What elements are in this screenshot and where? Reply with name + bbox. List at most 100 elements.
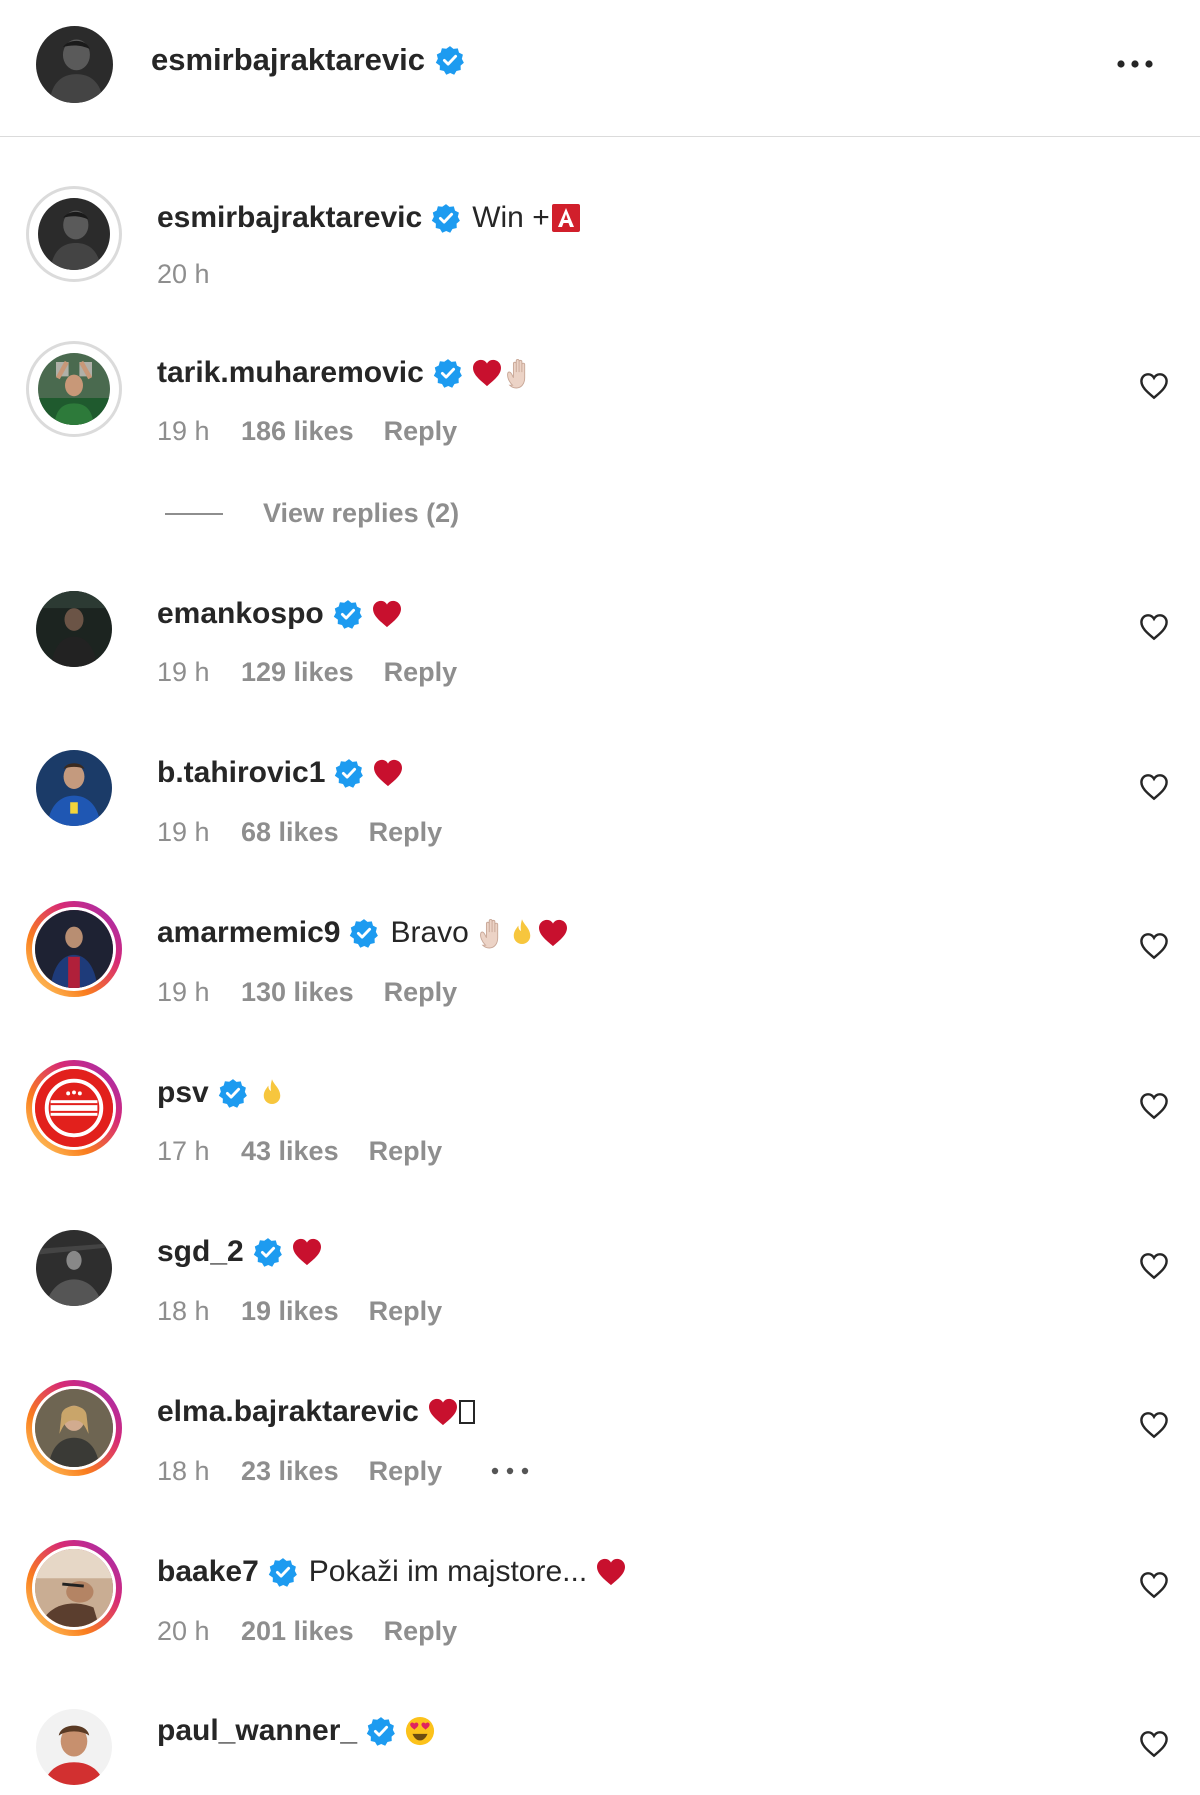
comment-username[interactable]: elma.bajraktarevic	[157, 1395, 419, 1429]
comment-meta: 19 h 186 likes Reply	[157, 413, 457, 449]
verified-badge-icon	[433, 358, 463, 388]
comment-username[interactable]: psv	[157, 1076, 209, 1110]
view-replies-label: View replies (2)	[263, 498, 460, 528]
verified-badge-icon	[366, 1716, 396, 1746]
comment-line: amarmemic9 Bravo	[157, 913, 568, 953]
red-heart-icon	[428, 1398, 458, 1426]
comment-line: sgd_2	[157, 1232, 322, 1272]
waving-hand-icon	[505, 357, 535, 389]
header-username-row: esmirbajraktarevic	[151, 42, 465, 78]
comment-text: Pokaži im majstore...	[308, 1555, 588, 1588]
comment-line: emankospo	[157, 594, 402, 634]
comment-username[interactable]: sgd_2	[157, 1235, 244, 1269]
comment-likes[interactable]: 23 likes	[241, 1456, 339, 1487]
comment-likes[interactable]: 68 likes	[241, 817, 339, 848]
comment-avatar[interactable]	[26, 581, 122, 677]
fire-icon	[261, 1078, 283, 1108]
comment-likes[interactable]: 186 likes	[241, 416, 354, 447]
caption-meta: 20 h	[157, 256, 241, 292]
psv-logo-icon	[35, 1069, 113, 1147]
red-heart-icon	[472, 359, 502, 387]
comment-time: 19 h	[157, 816, 210, 847]
comment-likes[interactable]: 43 likes	[241, 1136, 339, 1167]
reply-button[interactable]: Reply	[369, 1136, 443, 1167]
reply-button[interactable]: Reply	[369, 817, 443, 848]
comment-time: 19 h	[157, 976, 210, 1007]
post-header: esmirbajraktarevic	[0, 0, 1200, 137]
caption-time: 20 h	[157, 258, 210, 289]
comment-meta: 19 h 129 likes Reply	[157, 654, 457, 690]
comment-text: Bravo	[390, 916, 469, 949]
like-heart-icon[interactable]	[1139, 1092, 1169, 1120]
verified-badge-icon	[333, 599, 363, 629]
unknown-glyph-icon	[458, 1400, 475, 1424]
caption-username[interactable]: esmirbajraktarevic	[157, 201, 422, 235]
comment-avatar[interactable]	[26, 1699, 122, 1795]
verified-badge-icon	[334, 758, 364, 788]
comment-avatar[interactable]	[26, 1060, 122, 1156]
reply-button[interactable]: Reply	[369, 1296, 443, 1327]
like-heart-icon[interactable]	[1139, 1730, 1169, 1758]
like-heart-icon[interactable]	[1139, 932, 1169, 960]
comment-username[interactable]: paul_wanner_	[157, 1714, 357, 1748]
verified-badge-icon	[435, 45, 465, 75]
comment-avatar[interactable]	[26, 1380, 122, 1476]
header-avatar[interactable]	[36, 26, 113, 103]
comment-username[interactable]: amarmemic9	[157, 916, 340, 950]
verified-badge-icon	[218, 1078, 248, 1108]
comment-avatar[interactable]	[26, 740, 122, 836]
comment-avatar[interactable]	[26, 901, 122, 997]
caption-line: esmirbajraktarevic Win +	[157, 198, 581, 238]
comment-likes[interactable]: 201 likes	[241, 1616, 354, 1647]
comment-username[interactable]: baake7	[157, 1555, 259, 1589]
comment-line: baake7 Pokaži im majstore...	[157, 1552, 626, 1592]
comment-avatar[interactable]	[26, 1540, 122, 1636]
like-heart-icon[interactable]	[1139, 1571, 1169, 1599]
comment-likes[interactable]: 19 likes	[241, 1296, 339, 1327]
comment-time: 20 h	[157, 1615, 210, 1646]
more-options-icon[interactable]	[1112, 50, 1158, 78]
like-heart-icon[interactable]	[1139, 1411, 1169, 1439]
comment-username[interactable]: b.tahirovic1	[157, 756, 325, 790]
caption-avatar[interactable]	[26, 186, 122, 282]
comment-time: 19 h	[157, 415, 210, 446]
comment-avatar[interactable]	[26, 1220, 122, 1316]
like-heart-icon[interactable]	[1139, 1252, 1169, 1280]
comment-line: tarik.muharemovic	[157, 353, 535, 393]
like-heart-icon[interactable]	[1139, 773, 1169, 801]
comment-likes[interactable]: 130 likes	[241, 977, 354, 1008]
fire-icon	[511, 918, 533, 948]
comment-likes[interactable]: 129 likes	[241, 657, 354, 688]
comment-meta: 19 h 68 likes Reply	[157, 814, 442, 850]
view-replies-button[interactable]: View replies (2)	[165, 498, 459, 529]
waving-hand-icon	[478, 917, 508, 949]
verified-badge-icon	[431, 203, 461, 233]
red-heart-icon	[538, 919, 568, 947]
verified-badge-icon	[253, 1237, 283, 1267]
comment-username[interactable]: emankospo	[157, 597, 324, 631]
reply-button[interactable]: Reply	[384, 1616, 458, 1647]
heart-eyes-icon	[405, 1716, 435, 1746]
like-heart-icon[interactable]	[1139, 613, 1169, 641]
red-heart-icon	[372, 600, 402, 628]
comment-meta: 17 h 43 likes Reply	[157, 1133, 442, 1169]
comment-line: paul_wanner_	[157, 1711, 435, 1751]
view-replies-line	[165, 512, 223, 515]
reply-button[interactable]: Reply	[369, 1456, 443, 1487]
verified-badge-icon	[349, 918, 379, 948]
comment-username[interactable]: tarik.muharemovic	[157, 356, 424, 390]
comment-avatar[interactable]	[26, 341, 122, 437]
reply-button[interactable]: Reply	[384, 416, 458, 447]
comment-meta: 19 h 130 likes Reply	[157, 974, 457, 1010]
comment-line: psv	[157, 1073, 283, 1113]
header-username[interactable]: esmirbajraktarevic	[151, 42, 425, 78]
comment-more-icon[interactable]	[490, 1466, 530, 1476]
red-heart-icon	[596, 1558, 626, 1586]
comment-line: b.tahirovic1	[157, 753, 403, 793]
letter-a-emoji-icon	[551, 204, 580, 232]
like-heart-icon[interactable]	[1139, 372, 1169, 400]
comment-time: 19 h	[157, 656, 210, 687]
comment-time: 18 h	[157, 1455, 210, 1486]
reply-button[interactable]: Reply	[384, 657, 458, 688]
reply-button[interactable]: Reply	[384, 977, 458, 1008]
